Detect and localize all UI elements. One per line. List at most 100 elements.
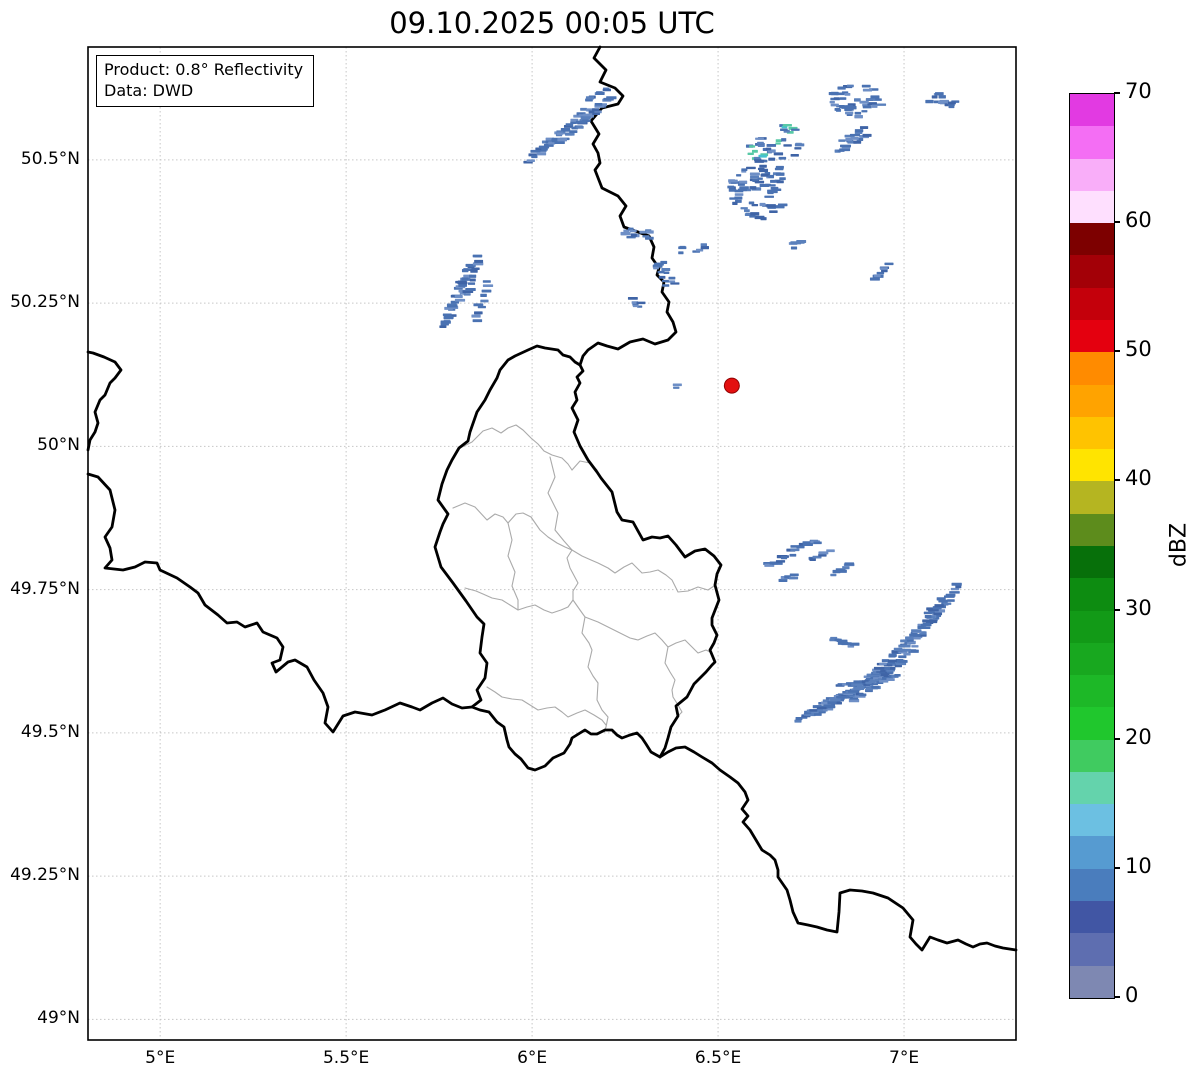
colorbar-segment bbox=[1070, 481, 1114, 514]
echo-pixel bbox=[583, 113, 593, 117]
colorbar-tick bbox=[1114, 737, 1120, 740]
echo-pixel bbox=[750, 175, 760, 179]
echo-pixel bbox=[844, 562, 855, 566]
echo-pixel bbox=[871, 104, 878, 108]
echo-pixel bbox=[833, 97, 840, 100]
echo-pixel bbox=[764, 195, 774, 198]
echo-pixel bbox=[443, 316, 454, 320]
echo-pixel bbox=[746, 166, 756, 170]
echo-pixel bbox=[554, 140, 565, 144]
echo-pixel bbox=[836, 639, 848, 643]
echo-pixel bbox=[738, 180, 748, 184]
echo-pixel bbox=[842, 566, 850, 570]
echo-pixel bbox=[740, 207, 748, 210]
echo-pixel bbox=[766, 204, 776, 208]
echo-pixel bbox=[592, 108, 600, 112]
echo-pixel bbox=[809, 709, 818, 712]
echo-pixel bbox=[947, 599, 955, 602]
echo-pixel bbox=[862, 105, 872, 109]
echo-pixel bbox=[474, 311, 483, 315]
echo-pixel bbox=[592, 112, 600, 116]
echo-pixel bbox=[869, 277, 880, 281]
echo-pixel bbox=[778, 156, 787, 160]
echo-pixel bbox=[569, 130, 578, 134]
echo-pixel bbox=[700, 243, 707, 247]
colorbar-segment bbox=[1070, 223, 1114, 256]
echo-pixel bbox=[923, 611, 932, 615]
echo-pixel bbox=[642, 235, 650, 238]
echo-pixel bbox=[755, 137, 764, 140]
echo-pixel bbox=[854, 129, 864, 133]
colorbar-tick bbox=[1114, 350, 1120, 353]
echo-pixel bbox=[862, 133, 872, 137]
echo-pixel bbox=[658, 275, 666, 279]
colorbar-segment bbox=[1070, 771, 1114, 805]
echo-pixel bbox=[788, 576, 799, 580]
echo-pixel bbox=[481, 289, 492, 293]
colorbar-segment bbox=[1070, 449, 1114, 482]
echo-pixel bbox=[830, 573, 837, 577]
dbz-colorbar bbox=[1069, 93, 1115, 999]
echo-pixel bbox=[853, 686, 865, 690]
colorbar-tick bbox=[1114, 608, 1120, 611]
echo-pixel bbox=[670, 282, 680, 285]
echo-pixel bbox=[776, 180, 784, 184]
echo-pixel bbox=[782, 124, 792, 127]
echo-pixel bbox=[754, 215, 765, 220]
echo-pixel bbox=[779, 177, 786, 181]
colorbar-tick-label: 30 bbox=[1125, 595, 1152, 620]
colorbar-tick-label: 60 bbox=[1125, 208, 1152, 233]
echo-pixel bbox=[781, 138, 787, 142]
echo-pixel bbox=[474, 254, 482, 258]
echo-pixel bbox=[461, 277, 469, 281]
colorbar-tick bbox=[1114, 221, 1120, 224]
echo-pixel bbox=[948, 104, 955, 109]
echo-pixel bbox=[482, 280, 491, 283]
colorbar-segment bbox=[1070, 642, 1114, 676]
echo-pixel bbox=[888, 659, 897, 663]
colorbar-segment bbox=[1070, 158, 1114, 191]
echo-pixel bbox=[887, 662, 896, 665]
echo-pixel bbox=[922, 622, 931, 626]
echo-pixel bbox=[879, 662, 887, 666]
echo-pixel bbox=[768, 174, 775, 178]
canton-border bbox=[452, 502, 573, 551]
echo-pixel bbox=[837, 86, 846, 90]
colorbar-segment bbox=[1070, 190, 1114, 224]
echo-pixel bbox=[477, 305, 486, 309]
y-axis-tick-label: 50°N bbox=[37, 435, 80, 456]
echo-pixel bbox=[796, 240, 807, 243]
echo-pixel bbox=[585, 96, 595, 100]
colorbar-segment bbox=[1070, 610, 1114, 643]
echo-pixel bbox=[853, 140, 862, 144]
echo-pixel bbox=[922, 619, 933, 623]
echo-pixel bbox=[791, 128, 800, 131]
echo-pixel bbox=[770, 186, 779, 190]
echo-pixel bbox=[700, 246, 710, 250]
echo-pixel bbox=[654, 262, 664, 266]
echo-pixel bbox=[949, 591, 960, 594]
colorbar-segment bbox=[1070, 739, 1114, 772]
colorbar-tick-label: 0 bbox=[1125, 983, 1139, 1007]
echo-pixel bbox=[850, 136, 859, 140]
echo-pixel bbox=[894, 674, 901, 677]
echo-pixel bbox=[934, 604, 944, 608]
echo-pixel bbox=[945, 593, 956, 597]
echo-pixel bbox=[747, 152, 754, 156]
canton-border bbox=[459, 424, 573, 471]
colorbar-tick-label: 50 bbox=[1125, 337, 1152, 362]
echo-pixel bbox=[557, 138, 567, 142]
echo-pixel bbox=[661, 279, 669, 283]
echo-pixel bbox=[749, 145, 756, 148]
echo-pixel bbox=[580, 107, 587, 111]
echo-pixel bbox=[858, 693, 867, 697]
echo-pixel bbox=[576, 125, 584, 129]
echo-pixel bbox=[447, 304, 458, 308]
echo-pixel bbox=[933, 612, 943, 616]
echo-pixel bbox=[884, 262, 894, 266]
x-axis-tick-label: 5.5°E bbox=[322, 1048, 370, 1068]
echo-pixel bbox=[947, 101, 956, 105]
canton-border bbox=[566, 549, 579, 601]
echo-pixel bbox=[744, 209, 750, 213]
echo-pixel bbox=[471, 267, 480, 271]
